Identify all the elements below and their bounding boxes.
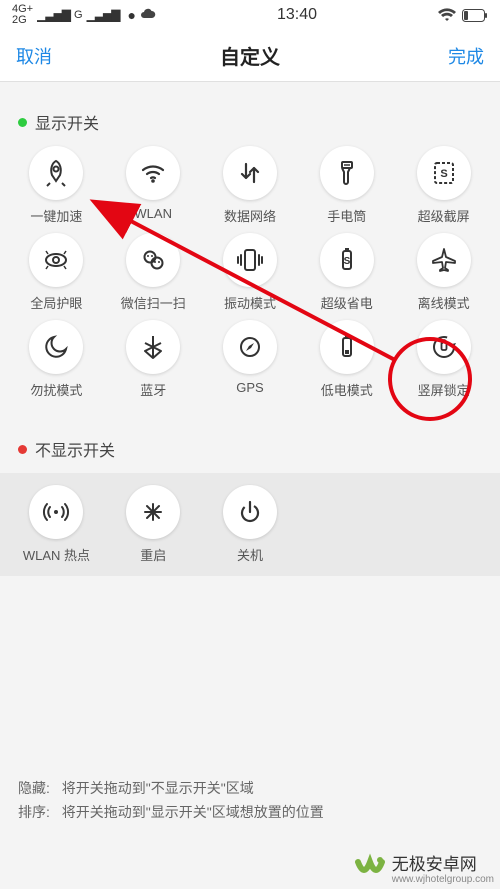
green-dot-icon	[18, 118, 27, 127]
watermark: 无极安卓网 www.wjhotelgroup.com	[354, 850, 494, 885]
toggle-poweroff[interactable]: 关机	[202, 485, 299, 564]
toggle-label: 竖屏锁定	[418, 380, 470, 399]
toggle-vibrate[interactable]: 振动模式	[202, 233, 299, 312]
toggle-screenshot[interactable]: 超级截屏	[395, 146, 492, 225]
status-left: 4G+ 2G ▁▃▅▇ G ▁▃▅▇ ●	[12, 4, 156, 26]
watermark-brand: 无极安卓网	[392, 850, 494, 875]
show-grid: 一键加速 WLAN 数据网络 手电筒 超级截屏全局护眼 微信扫一扫 振动模式 超级省电 离线模式…	[0, 146, 500, 409]
hint-sort-label: 排序:	[18, 804, 50, 820]
screenshot-icon	[417, 146, 471, 200]
toggle-wx-scan[interactable]: 微信扫一扫	[105, 233, 202, 312]
toggle-label: 数据网络	[224, 206, 276, 225]
toggle-supersave[interactable]: 超级省电	[298, 233, 395, 312]
red-dot-icon	[18, 445, 27, 454]
page-title: 自定义	[220, 41, 280, 70]
signal-1-icon: ▁▃▅▇	[37, 8, 70, 22]
dnd-icon	[29, 320, 83, 374]
show-section-label: 显示开关	[35, 110, 99, 134]
data-icon	[223, 146, 277, 200]
speedup-icon	[29, 146, 83, 200]
wx-scan-icon	[126, 233, 180, 287]
toggle-label: 关机	[237, 545, 263, 564]
toggle-label: 超级截屏	[418, 206, 470, 225]
nav-bar: 取消 自定义 完成	[0, 30, 500, 82]
toggle-bluetooth[interactable]: 蓝牙	[105, 320, 202, 399]
hint-sort-text: 将开关拖动到"显示开关"区域想放置的位置	[62, 804, 324, 820]
toggle-flashlight[interactable]: 手电筒	[298, 146, 395, 225]
watermark-url: www.wjhotelgroup.com	[392, 875, 494, 885]
lowpower-icon	[320, 320, 374, 374]
hide-grid: WLAN 热点 重启 关机	[0, 473, 500, 576]
wifi-icon	[438, 8, 456, 22]
network-2: 2G	[12, 15, 33, 26]
hint-hide-label: 隐藏:	[18, 780, 50, 796]
flashlight-icon	[320, 146, 374, 200]
toggle-hotspot[interactable]: WLAN 热点	[8, 485, 105, 564]
done-button[interactable]: 完成	[448, 43, 484, 69]
hotspot-icon	[29, 485, 83, 539]
toggle-label: 手电筒	[327, 206, 366, 225]
hint-hide-text: 将开关拖动到"不显示开关"区域	[62, 780, 254, 796]
bluetooth-icon	[126, 320, 180, 374]
toggle-label: 超级省电	[321, 293, 373, 312]
signal-2-icon: ▁▃▅▇	[87, 8, 120, 22]
toggle-label: 全局护眼	[30, 293, 82, 312]
hint-box: 隐藏: 将开关拖动到"不显示开关"区域 排序: 将开关拖动到"显示开关"区域想放…	[0, 763, 500, 839]
toggle-reboot[interactable]: 重启	[105, 485, 202, 564]
eyecare-icon	[29, 233, 83, 287]
toggle-label: 勿扰模式	[30, 380, 82, 399]
toggle-wlan[interactable]: WLAN	[105, 146, 202, 225]
toggle-label: 重启	[140, 545, 166, 564]
gps-icon	[223, 320, 277, 374]
toggle-label: 离线模式	[418, 293, 470, 312]
carrier-g-icon: G	[74, 9, 83, 21]
poweroff-icon	[223, 485, 277, 539]
toggle-label: 振动模式	[224, 293, 276, 312]
status-cloud-icon	[140, 8, 156, 23]
toggle-label: WLAN	[134, 206, 172, 221]
toggle-airplane[interactable]: 离线模式	[395, 233, 492, 312]
wlan-icon	[126, 146, 180, 200]
toggle-label: WLAN 热点	[23, 545, 90, 564]
toggle-speedup[interactable]: 一键加速	[8, 146, 105, 225]
toggle-label: 一键加速	[30, 206, 82, 225]
rotation-icon	[417, 320, 471, 374]
toggle-gps[interactable]: GPS	[202, 320, 299, 399]
toggle-label: GPS	[236, 380, 263, 395]
toggle-lowpower[interactable]: 低电模式	[298, 320, 395, 399]
status-dot-icon: ●	[128, 7, 136, 23]
show-section-header: 显示开关	[0, 82, 500, 146]
toggle-eyecare[interactable]: 全局护眼	[8, 233, 105, 312]
clock: 13:40	[277, 6, 317, 24]
toggle-rotation[interactable]: 竖屏锁定	[395, 320, 492, 399]
vibrate-icon	[223, 233, 277, 287]
battery-icon	[462, 9, 488, 22]
supersave-icon	[320, 233, 374, 287]
hide-section-label: 不显示开关	[35, 437, 115, 461]
airplane-icon	[417, 233, 471, 287]
toggle-data[interactable]: 数据网络	[202, 146, 299, 225]
status-bar: 4G+ 2G ▁▃▅▇ G ▁▃▅▇ ● 13:40	[0, 0, 500, 30]
toggle-dnd[interactable]: 勿扰模式	[8, 320, 105, 399]
reboot-icon	[126, 485, 180, 539]
toggle-label: 微信扫一扫	[121, 293, 186, 312]
hide-section-header: 不显示开关	[0, 409, 500, 473]
status-right	[438, 8, 488, 22]
toggle-label: 蓝牙	[140, 380, 166, 399]
cancel-button[interactable]: 取消	[16, 43, 52, 69]
toggle-label: 低电模式	[321, 380, 373, 399]
watermark-logo-icon	[354, 852, 386, 884]
